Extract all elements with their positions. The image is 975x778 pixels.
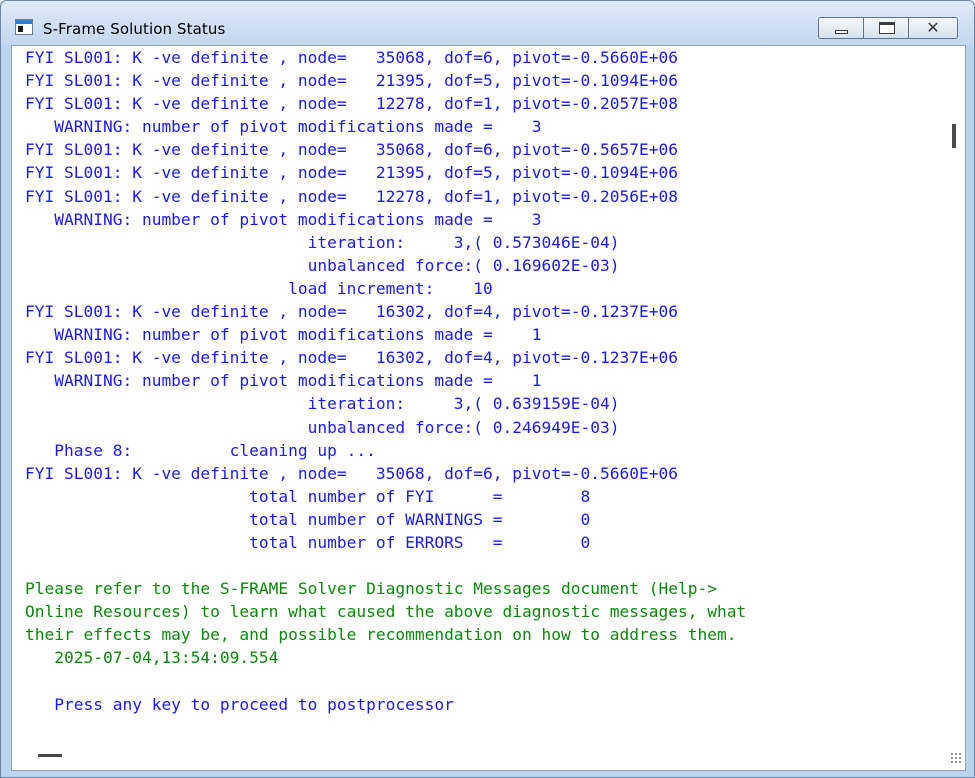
minimize-icon: [835, 30, 848, 34]
horizontal-scroll-thumb[interactable]: [38, 754, 62, 757]
console-line: WARNING: number of pivot modifications m…: [25, 371, 542, 391]
console-line: FYI SL001: K -ve definite , node= 16302,…: [25, 302, 678, 322]
console-line: FYI SL001: K -ve definite , node= 12278,…: [25, 94, 678, 114]
console-line: WARNING: number of pivot modifications m…: [25, 325, 542, 345]
window-title: S-Frame Solution Status: [43, 20, 226, 38]
console-line: total number of ERRORS = 0: [25, 532, 591, 552]
console-line: FYI SL001: K -ve definite , node= 35068,…: [25, 463, 678, 483]
console-line: WARNING: number of pivot modifications m…: [25, 209, 542, 229]
console-line: load increment: 10: [25, 278, 493, 298]
console-line: their effects may be, and possible recom…: [25, 625, 737, 645]
title-bar[interactable]: S-Frame Solution Status ✕: [1, 1, 974, 45]
console-line: FYI SL001: K -ve definite , node= 16302,…: [25, 348, 678, 368]
console-line: WARNING: number of pivot modifications m…: [25, 117, 542, 137]
minimize-button[interactable]: [818, 17, 864, 39]
close-button[interactable]: ✕: [908, 17, 958, 39]
maximize-button[interactable]: [863, 17, 909, 39]
vertical-scrollbar[interactable]: [948, 46, 965, 742]
console-line: unbalanced force:( 0.169602E-03): [25, 255, 620, 275]
console-line: FYI SL001: K -ve definite , node= 35068,…: [25, 140, 678, 160]
console-line: iteration: 3,( 0.639159E-04): [25, 394, 620, 414]
solution-status-window: S-Frame Solution Status ✕ FYI SL001: K -…: [0, 0, 975, 778]
console-line: Please refer to the S-FRAME Solver Diagn…: [25, 579, 717, 599]
console-line: Online Resources) to learn what caused t…: [25, 602, 747, 622]
console-line: FYI SL001: K -ve definite , node= 21395,…: [25, 163, 678, 183]
console-line: total number of WARNINGS = 0: [25, 509, 591, 529]
console-line: unbalanced force:( 0.246949E-03): [25, 417, 620, 437]
console-line: FYI SL001: K -ve definite , node= 35068,…: [25, 48, 678, 67]
console-line: Phase 8: cleaning up ...: [25, 440, 376, 460]
console-area[interactable]: FYI SL001: K -ve definite , node= 35068,…: [11, 45, 966, 771]
console-line: total number of FYI = 8: [25, 486, 591, 506]
console-line: iteration: 3,( 0.573046E-04): [25, 232, 620, 252]
close-icon: ✕: [926, 18, 940, 37]
app-icon[interactable]: [15, 19, 33, 35]
console-line: 2025-07-04,13:54:09.554: [25, 648, 279, 668]
horizontal-scrollbar[interactable]: [12, 742, 965, 770]
console-output[interactable]: FYI SL001: K -ve definite , node= 35068,…: [12, 46, 948, 742]
vertical-scroll-thumb[interactable]: [952, 124, 956, 148]
console-line: Press any key to proceed to postprocesso…: [25, 694, 454, 714]
maximize-icon: [879, 22, 895, 34]
console-line: FYI SL001: K -ve definite , node= 21395,…: [25, 71, 678, 91]
resize-grip[interactable]: [950, 752, 962, 764]
console-line: FYI SL001: K -ve definite , node= 12278,…: [25, 186, 678, 206]
